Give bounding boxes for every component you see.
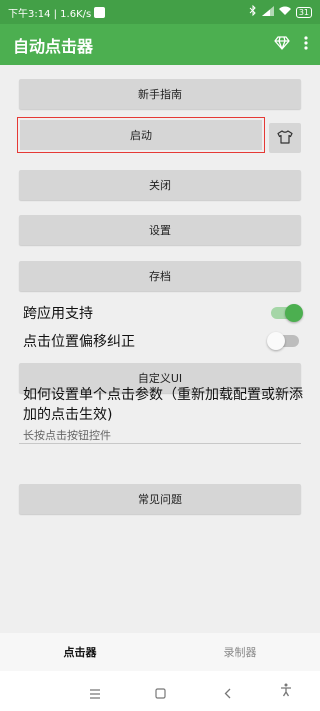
offset-fix-row: 点击位置偏移纠正 xyxy=(23,330,299,352)
offset-fix-label: 点击位置偏移纠正 xyxy=(23,334,135,350)
bluetooth-icon xyxy=(249,4,257,19)
shirt-icon xyxy=(277,129,293,148)
theme-button[interactable] xyxy=(269,123,301,153)
faq-button[interactable]: 常见问题 xyxy=(19,484,301,514)
help-title: 如何设置单个点击参数（重新加载配置或新添加的点击生效) xyxy=(23,387,303,423)
wifi-icon xyxy=(278,6,291,19)
app-bar: 自动点击器 xyxy=(0,24,320,65)
offset-fix-switch[interactable] xyxy=(267,332,299,350)
bottom-nav: 点击器 录制器 xyxy=(0,633,320,671)
home-icon[interactable] xyxy=(155,684,166,703)
menu-icon[interactable] xyxy=(89,684,101,703)
signal-icon xyxy=(261,5,274,19)
more-vert-icon[interactable] xyxy=(304,35,308,54)
tab-recorder[interactable]: 录制器 xyxy=(160,633,320,671)
divider xyxy=(19,443,301,444)
cross-app-label: 跨应用支持 xyxy=(23,306,93,322)
tab-clicker[interactable]: 点击器 xyxy=(0,633,160,671)
help-item[interactable]: 如何设置单个点击参数（重新加载配置或新添加的点击生效) 长按点击按钮控件 xyxy=(23,385,307,443)
help-subtitle: 长按点击按钮控件 xyxy=(23,429,111,442)
system-nav-bar xyxy=(0,671,320,711)
accessibility-icon[interactable] xyxy=(280,682,292,701)
status-bar: 下午3:14 | 1.6K/s 31 xyxy=(0,0,320,24)
battery-icon: 31 xyxy=(295,6,312,18)
start-button[interactable]: 启动 xyxy=(20,120,262,150)
settings-button[interactable]: 设置 xyxy=(19,215,301,245)
back-icon[interactable] xyxy=(224,684,232,703)
app-title: 自动点击器 xyxy=(13,36,94,56)
main-content: 新手指南 启动 关闭 设置 存档 跨应用支持 点击位置偏移纠正 自定义UI 如何… xyxy=(0,65,320,633)
app-notification-icon xyxy=(94,6,106,18)
close-button[interactable]: 关闭 xyxy=(19,170,301,200)
status-time-speed: 下午3:14 | 1.6K/s xyxy=(8,8,92,20)
cross-app-switch[interactable] xyxy=(271,304,303,322)
start-highlight: 启动 xyxy=(17,117,265,153)
diamond-icon[interactable] xyxy=(274,35,290,54)
guide-button[interactable]: 新手指南 xyxy=(19,79,301,109)
archive-button[interactable]: 存档 xyxy=(19,261,301,291)
cross-app-row: 跨应用支持 xyxy=(23,302,303,324)
